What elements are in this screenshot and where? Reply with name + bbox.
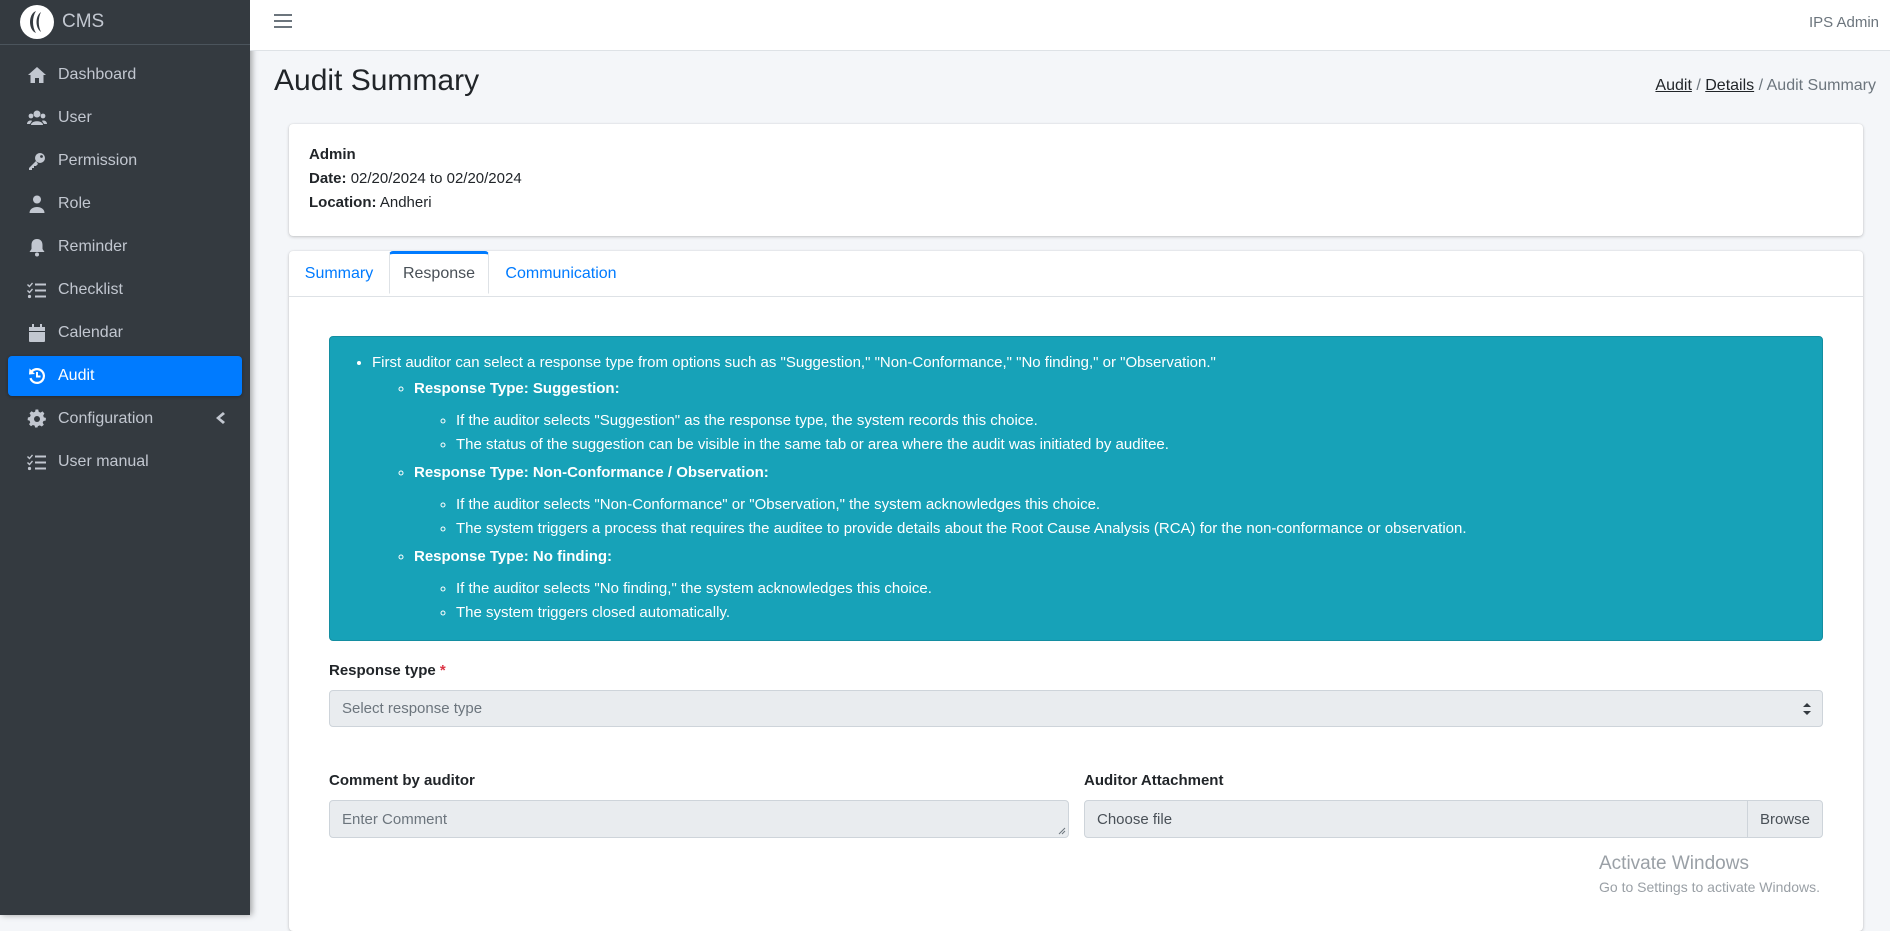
select-arrows-icon <box>1803 703 1811 715</box>
sidebar: CMS Dashboard User Permission Role Remin… <box>0 0 250 915</box>
breadcrumb-current: Audit Summary <box>1766 77 1876 94</box>
home-icon <box>26 64 48 86</box>
brand-name: CMS <box>62 11 105 32</box>
users-icon <box>26 107 48 129</box>
tab-bar: Summary Response Communication <box>289 251 1863 297</box>
history-icon <box>26 365 48 387</box>
breadcrumb-separator: / <box>1696 77 1701 94</box>
sidebar-item-label: User manual <box>58 453 149 470</box>
date-value: 02/20/2024 to 02/20/2024 <box>350 170 522 187</box>
response-type-select[interactable]: Select response type <box>329 690 1823 727</box>
list-item: Response Type: Non-Conformance / Observa… <box>414 461 1812 541</box>
calendar-icon <box>26 322 48 344</box>
sidebar-item-label: Calendar <box>58 324 123 341</box>
sidebar-item-audit[interactable]: Audit <box>8 356 242 396</box>
sidebar-nav: Dashboard User Permission Role Reminder … <box>0 45 250 482</box>
breadcrumb-separator: / <box>1758 77 1764 94</box>
brand[interactable]: CMS <box>0 0 250 45</box>
top-navbar: IPS Admin <box>250 0 1890 51</box>
chevron-left-icon <box>214 411 226 430</box>
sidebar-item-label: Checklist <box>58 281 123 298</box>
list-item: The status of the suggestion can be visi… <box>456 433 1812 457</box>
auditor-name: Admin <box>309 146 356 163</box>
sidebar-item-user-manual[interactable]: User manual <box>8 442 242 482</box>
user-icon <box>26 193 48 215</box>
tab-communication[interactable]: Communication <box>489 251 633 296</box>
sidebar-item-checklist[interactable]: Checklist <box>8 270 242 310</box>
activate-windows-watermark: Activate Windows Go to Settings to activ… <box>1599 853 1820 895</box>
user-menu[interactable]: IPS Admin <box>1809 14 1879 31</box>
response-info-alert: First auditor can select a response type… <box>329 336 1823 641</box>
sidebar-item-label: Permission <box>58 152 138 169</box>
location-value: Andheri <box>379 194 432 211</box>
sidebar-item-reminder[interactable]: Reminder <box>8 227 242 267</box>
tab-card: Summary Response Communication First aud… <box>289 251 1863 931</box>
sidebar-item-label: User <box>58 109 92 126</box>
list-item: If the auditor selects "Suggestion" as t… <box>456 409 1812 433</box>
list-item: Response Type: No finding: If the audito… <box>414 545 1812 625</box>
list-item: Response Type: Suggestion: If the audito… <box>414 377 1812 457</box>
comment-textarea[interactable]: Enter Comment <box>329 800 1069 838</box>
hamburger-menu-icon[interactable] <box>274 14 292 32</box>
tab-summary[interactable]: Summary <box>289 251 389 296</box>
list-check-icon <box>26 279 48 301</box>
brand-logo-icon <box>20 5 54 39</box>
sidebar-item-label: Audit <box>58 367 95 384</box>
breadcrumb-audit-link[interactable]: Audit <box>1655 77 1691 94</box>
list-check-icon <box>26 451 48 473</box>
sidebar-item-role[interactable]: Role <box>8 184 242 224</box>
breadcrumb-details-link[interactable]: Details <box>1705 77 1754 94</box>
sidebar-item-label: Role <box>58 195 91 212</box>
resize-grip-icon[interactable] <box>1058 827 1066 835</box>
sidebar-item-user[interactable]: User <box>8 98 242 138</box>
location-label: Location: <box>309 194 377 211</box>
list-item: The system triggers closed automatically… <box>456 601 1812 625</box>
breadcrumb: Audit / Details / Audit Summary <box>1655 77 1876 95</box>
list-item: If the auditor selects "Non-Conformance"… <box>456 493 1812 517</box>
required-mark: * <box>439 662 446 679</box>
attachment-label: Auditor Attachment <box>1084 772 1224 789</box>
attachment-file-input[interactable]: Choose file Browse <box>1084 800 1823 838</box>
audit-location: Location: Andheri <box>309 194 432 211</box>
list-item: The system triggers a process that requi… <box>456 517 1812 541</box>
response-type-label: Response type * <box>329 662 446 679</box>
date-label: Date: <box>309 170 347 187</box>
key-icon <box>26 150 48 172</box>
comment-label: Comment by auditor <box>329 772 475 789</box>
sidebar-item-configuration[interactable]: Configuration <box>8 399 242 439</box>
page-title: Audit Summary <box>274 64 480 97</box>
sidebar-item-dashboard[interactable]: Dashboard <box>8 55 242 95</box>
browse-button[interactable]: Browse <box>1746 801 1822 837</box>
audit-date: Date: 02/20/2024 to 02/20/2024 <box>309 170 522 187</box>
file-input-text: Choose file <box>1097 810 1173 828</box>
sidebar-item-label: Dashboard <box>58 66 137 83</box>
sidebar-item-label: Reminder <box>58 238 128 255</box>
sidebar-item-calendar[interactable]: Calendar <box>8 313 242 353</box>
list-item: First auditor can select a response type… <box>372 351 1812 625</box>
list-item: If the auditor selects "No finding," the… <box>456 577 1812 601</box>
bell-icon <box>26 236 48 258</box>
sidebar-item-label: Configuration <box>58 410 154 427</box>
gear-icon <box>26 408 48 430</box>
tab-response[interactable]: Response <box>389 251 489 294</box>
sidebar-item-permission[interactable]: Permission <box>8 141 242 181</box>
audit-info-card: Admin Date: 02/20/2024 to 02/20/2024 Loc… <box>289 124 1863 236</box>
